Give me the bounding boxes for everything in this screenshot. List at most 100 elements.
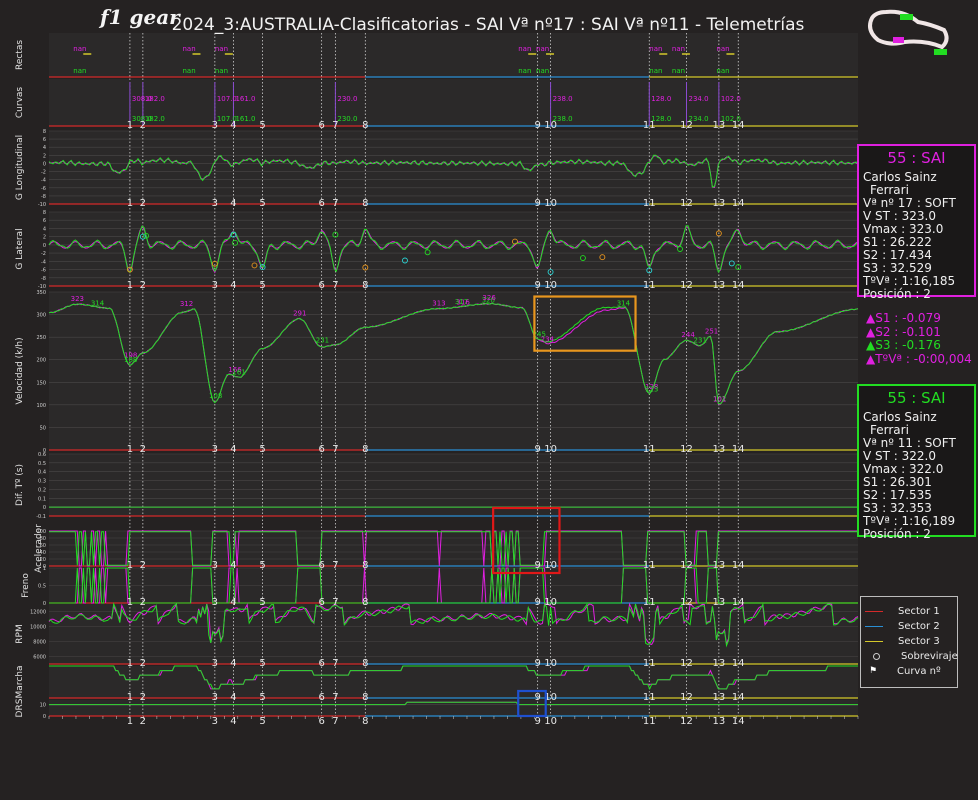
corner-number: 1 xyxy=(127,560,133,571)
y-tick-label: 0 xyxy=(43,161,46,167)
corner-number: 13 xyxy=(712,692,725,703)
driver-header: 55 : SAI xyxy=(887,149,946,167)
corner-number: 7 xyxy=(332,198,338,209)
corner-number: 3 xyxy=(212,280,218,291)
speed-label: 161 xyxy=(232,368,245,376)
legend-oversteer: Sobreviraje xyxy=(865,650,958,663)
legend-label: Sector 1 xyxy=(898,606,940,617)
legend-sector1: Sector 1 xyxy=(865,605,940,618)
corner-number: 2 xyxy=(140,198,146,209)
curve-speed-lap11: 161.0 xyxy=(235,115,255,123)
speed-label: 316 xyxy=(457,298,471,306)
corner-number: 8 xyxy=(362,444,368,455)
chart-title: 2024_3:AUSTRALIA-Clasificatorias - SAI V… xyxy=(172,15,805,35)
corner-number: 5 xyxy=(259,280,265,291)
corner-number: 5 xyxy=(259,716,265,727)
curve-speed-lap17: 230.0 xyxy=(337,95,357,103)
y-tick-label: 8 xyxy=(43,129,46,135)
track-map-icon xyxy=(868,9,949,55)
y-tick-label: -8 xyxy=(41,194,46,200)
position: Posición : 2 xyxy=(863,287,931,301)
speed-label: 323 xyxy=(71,295,84,303)
y-tick-label: -2 xyxy=(41,170,46,176)
y-tick-label: 0.5 xyxy=(38,584,46,590)
corner-number: 3 xyxy=(212,198,218,209)
corner-number: 6 xyxy=(318,560,324,571)
corner-number: 1 xyxy=(127,444,133,455)
delta-s3: ▲S3 : -0.176 xyxy=(866,338,941,352)
y-tick-label: 2 xyxy=(43,153,46,159)
corner-number: 1 xyxy=(127,597,133,608)
driver-header: 55 : SAI xyxy=(887,389,946,407)
legend-swatch xyxy=(865,611,883,612)
corner-number: 7 xyxy=(332,597,338,608)
corner-number: 10 xyxy=(544,560,557,571)
y-tick-label: -4 xyxy=(41,259,46,265)
y-tick-label: 0.3 xyxy=(38,479,46,485)
corner-number: 1 xyxy=(127,658,133,669)
legend-label: Curva nº xyxy=(897,666,941,677)
corner-number: 5 xyxy=(259,120,265,131)
corner-number: 12 xyxy=(680,198,693,209)
recta-value-lap17: nan xyxy=(215,45,228,53)
axis-label-glong: G Longitudinal xyxy=(15,135,25,200)
delta-s1: ▲S1 : -0.079 xyxy=(866,311,941,325)
driver-info-lap-17: 55 : SAI Carlos Sainz Ferrari Vª nº 17 :… xyxy=(857,144,976,301)
corner-number: 3 xyxy=(212,444,218,455)
speed-label: 234 xyxy=(541,335,555,343)
delta-lap: ▲TºVª : -0:00,004 xyxy=(866,351,972,366)
corner-number: 5 xyxy=(259,198,265,209)
delta-panel: ▲S1 : -0.079 ▲S2 : -0.101 ▲S3 : -0.176 ▲… xyxy=(866,311,972,366)
y-tick-label: 0.5 xyxy=(38,461,46,467)
speed-label: 231 xyxy=(316,337,329,345)
y-tick-label: 6000 xyxy=(33,655,46,661)
y-tick-label: 0 xyxy=(43,505,46,511)
y-tick-label: 0.4 xyxy=(38,470,46,476)
y-tick-label: 8000 xyxy=(33,640,46,646)
corner-number: 10 xyxy=(544,198,557,209)
corner-number: 14 xyxy=(732,692,745,703)
speed-label: 291 xyxy=(293,310,306,318)
y-tick-label: -6 xyxy=(41,268,46,274)
corner-number: 7 xyxy=(332,716,338,727)
y-tick-label: 1 xyxy=(43,566,46,572)
y-tick-label: 300 xyxy=(36,313,46,319)
corner-number: 5 xyxy=(259,692,265,703)
corner-number: 5 xyxy=(259,658,265,669)
recta-value-lap11: nan xyxy=(672,67,685,75)
axis-label-curvas: Curvas xyxy=(15,87,25,119)
corner-number: 8 xyxy=(362,560,368,571)
corner-number: 9 xyxy=(534,120,540,131)
y-tick-label: 350 xyxy=(36,290,46,296)
corner-number: 9 xyxy=(534,444,540,455)
y-tick-label: 0.6 xyxy=(38,452,46,458)
panel-rpm xyxy=(49,604,858,664)
corner-number: 9 xyxy=(534,692,540,703)
recta-value-lap11: nan xyxy=(536,67,549,75)
y-tick-label: 100 xyxy=(36,529,46,535)
corner-number: 8 xyxy=(362,597,368,608)
curve-speed-lap17: 234.0 xyxy=(688,95,708,103)
axis-label-rpm: RPM xyxy=(15,624,25,643)
corner-number: 11 xyxy=(643,444,656,455)
telemetry-chart: Rectas Curvas G Longitudinal -10 -8 -6 -4 -2 0 2 4… xyxy=(15,5,949,727)
curve-speed-lap17: 238.0 xyxy=(553,95,573,103)
y-tick-label: 0 xyxy=(43,243,46,249)
y-tick-label: 20 xyxy=(40,557,46,563)
curve-speed-lap17: 107.0 xyxy=(217,95,237,103)
corner-number: 4 xyxy=(230,597,236,608)
speed-label: 123 xyxy=(645,385,658,393)
corner-number: 11 xyxy=(643,280,656,291)
corner-number: 7 xyxy=(332,692,338,703)
corner-number: 10 xyxy=(544,658,557,669)
y-tick-label: 150 xyxy=(36,380,46,386)
corner-number: 1 xyxy=(127,280,133,291)
axis-label-speed: Velocidad (k/h) xyxy=(15,337,25,404)
y-tick-label: -8 xyxy=(41,276,46,282)
y-tick-label: 250 xyxy=(36,335,46,341)
panel-glong xyxy=(49,131,858,204)
corner-number: 6 xyxy=(318,198,324,209)
corner-number: 13 xyxy=(712,716,725,727)
corner-number: 2 xyxy=(140,444,146,455)
corner-number: 8 xyxy=(362,716,368,727)
